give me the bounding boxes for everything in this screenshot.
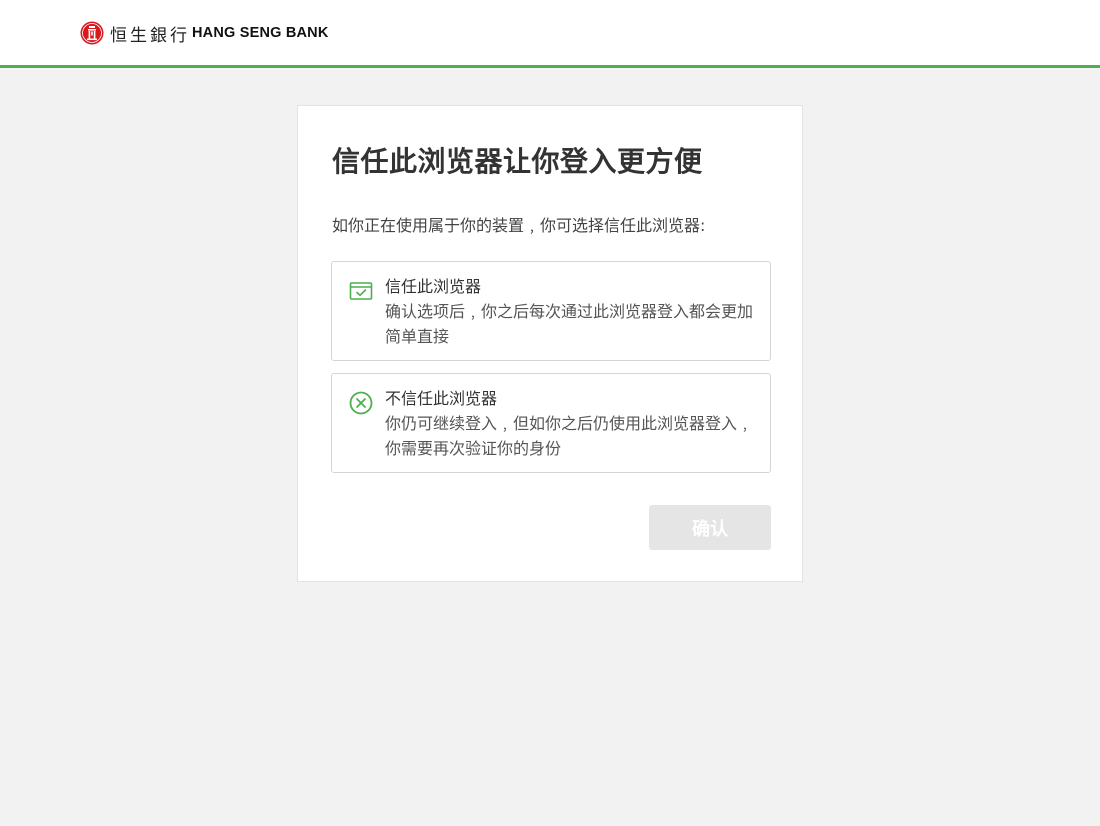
do-not-trust-browser-option[interactable]: 不信任此浏览器 你仍可继续登入﹐但如你之后仍使用此浏览器登入﹐你需要再次验证你的… — [331, 373, 771, 473]
page-title: 信任此浏览器让你登入更方便 — [332, 145, 703, 178]
instruction-text: 如你正在使用属于你的装置﹐你可选择信任此浏览器: — [332, 216, 706, 235]
trust-option-title: 信任此浏览器 — [385, 277, 482, 296]
do-not-trust-option-title: 不信任此浏览器 — [385, 389, 498, 408]
logo-english-text: HANG SENG BANK — [192, 25, 329, 41]
confirm-button[interactable]: 确认 — [649, 505, 771, 550]
browser-check-icon — [349, 282, 373, 300]
trust-browser-card: 信任此浏览器让你登入更方便 如你正在使用属于你的装置﹐你可选择信任此浏览器: 信… — [297, 105, 803, 582]
circle-x-icon — [349, 391, 373, 415]
logo-chinese-text: 恒生銀行 — [110, 25, 190, 46]
hang-seng-logo[interactable]: 恒生銀行 HANG SENG BANK — [80, 20, 329, 46]
page-header: 恒生銀行 HANG SENG BANK — [0, 0, 1100, 68]
do-not-trust-option-description: 你仍可继续登入﹐但如你之后仍使用此浏览器登入﹐你需要再次验证你的身份 — [385, 414, 754, 458]
hang-seng-logo-icon — [80, 21, 104, 45]
trust-option-description: 确认选项后﹐你之后每次通过此浏览器登入都会更加简单直接 — [385, 302, 754, 346]
trust-browser-option[interactable]: 信任此浏览器 确认选项后﹐你之后每次通过此浏览器登入都会更加简单直接 — [331, 261, 771, 361]
